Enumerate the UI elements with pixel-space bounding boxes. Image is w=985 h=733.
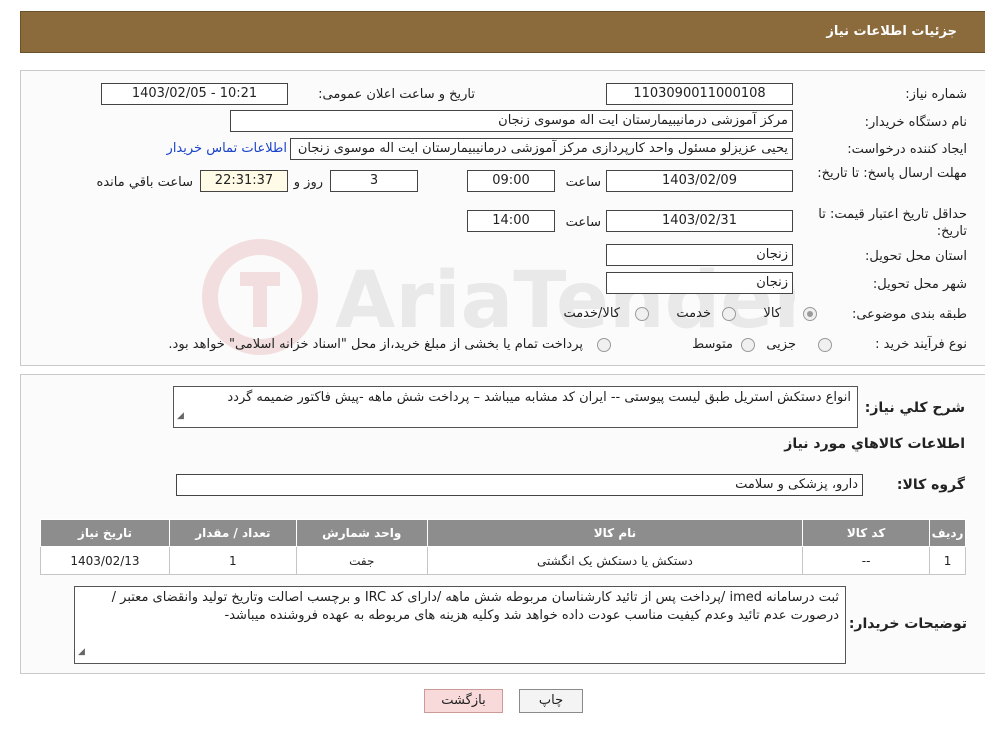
goods-info-title: اطلاعات کالاهاي مورد نياز [784,436,965,452]
col-goods-name: نام کالا [426,519,804,547]
treasury-payment-note: پرداخت تمام یا بخشی از مبلغ خرید،از محل … [168,337,583,352]
process-option-minor: جزیی [766,337,796,352]
goods-table: رديف کد کالا نام کالا واحد شمارش تعداد /… [40,519,966,575]
announce-datetime-field: 1403/02/05 - 10:21 [101,83,288,105]
province-field: زنجان [606,244,793,266]
summary-label: شرح کلي نياز: [864,400,965,416]
buyer-notes-textarea[interactable]: ثبت درسامانه imed /پرداخت پس از تائید کا… [74,586,846,664]
page-title: جزئیات اطلاعات نیاز [826,24,957,39]
buyer-notes-text: ثبت درسامانه imed /پرداخت پس از تائید کا… [111,590,839,623]
table-row: 1 -- دستکش یا دستکش یک انگشتی جفت 1 1403… [40,546,966,575]
need-number-field: 1103090011000108 [606,83,793,105]
need-number-label: شماره نیاز: [905,87,967,102]
province-label: استان محل تحویل: [865,249,967,264]
validity-time-label: ساعت [565,215,601,230]
category-radio-goods[interactable] [803,307,817,321]
remaining-time-field: 22:31:37 [200,170,288,192]
col-need-date: تاريخ نياز [40,519,170,547]
validity-label: حداقل تاریخ اعتبار قیمت: تا تاریخ: [818,207,967,239]
days-label: روز و [293,175,323,190]
treasury-payment-checkbox[interactable] [597,338,611,352]
city-field: زنجان [606,272,793,294]
resize-grip-icon[interactable]: ◢ [78,643,85,661]
cell-need-date: 1403/02/13 [40,546,170,575]
process-option-medium: متوسط [692,337,733,352]
deadline-label: مهلت ارسال پاسخ: تا تاریخ: [817,166,967,181]
category-radio-service[interactable] [722,307,736,321]
resize-grip-icon[interactable]: ◢ [177,407,184,425]
cell-goods-code: -- [802,546,931,575]
back-button[interactable]: بازگشت [424,689,503,713]
category-radio-goods-service[interactable] [635,307,649,321]
buyer-org-field: مرکز آموزشی درمانیبیمارستان ایت اله موسو… [230,110,793,132]
goods-table-header: رديف کد کالا نام کالا واحد شمارش تعداد /… [40,519,966,547]
summary-text: انواع دستکش استریل طبق لیست پیوستی -- ای… [227,390,851,405]
col-quantity: تعداد / مقدار [168,519,297,547]
deadline-time-label: ساعت [565,175,601,190]
deadline-date-field: 1403/02/09 [606,170,793,192]
cell-unit: جفت [295,546,428,575]
buyer-org-label: نام دستگاه خریدار: [864,115,967,130]
col-row-number: رديف [929,519,966,547]
category-option-goods: کالا [763,306,781,321]
creator-label: ایجاد کننده درخواست: [847,142,967,157]
remaining-time-label: ساعت باقي مانده [96,175,193,190]
goods-group-label: گروه کالا: [896,477,965,493]
process-type-label: نوع فرآیند خرید : [875,337,967,352]
col-unit: واحد شمارش [295,519,428,547]
goods-group-field: دارو، پزشکی و سلامت [176,474,863,496]
category-option-service: خدمت [676,306,711,321]
cell-row-number: 1 [929,546,966,575]
validity-date-field: 1403/02/31 [606,210,793,232]
print-button[interactable]: چاپ [519,689,583,713]
category-option-goods-service: کالا/خدمت [563,306,620,321]
buyer-contact-link[interactable]: اطلاعات تماس خریدار [167,141,287,156]
announce-label: تاریخ و ساعت اعلان عمومی: [318,87,475,102]
creator-field: یحیی عزیزلو مسئول واحد کارپردازی مرکز آم… [290,138,793,160]
buyer-notes-label: توضیحات خریدار: [848,616,967,632]
validity-time-field: 14:00 [467,210,555,232]
city-label: شهر محل تحویل: [872,277,967,292]
days-remaining-field: 3 [330,170,418,192]
category-label: طبقه بندی موضوعی: [851,307,967,322]
summary-textarea[interactable]: انواع دستکش استریل طبق لیست پیوستی -- ای… [173,386,858,428]
cell-goods-name: دستکش یا دستکش یک انگشتی [426,546,804,575]
col-goods-code: کد کالا [802,519,931,547]
deadline-time-field: 09:00 [467,170,555,192]
cell-quantity: 1 [168,546,297,575]
page-header: جزئیات اطلاعات نیاز [20,11,985,53]
process-radio-minor[interactable] [818,338,832,352]
process-radio-medium[interactable] [741,338,755,352]
